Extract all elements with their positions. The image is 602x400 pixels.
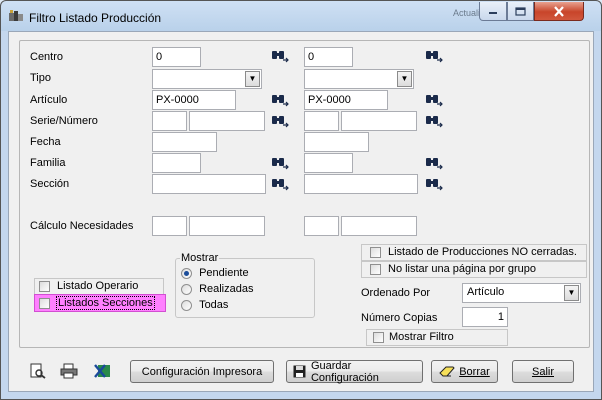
listado-operario-checkbox-row[interactable]: Listado Operario — [34, 278, 164, 295]
excel-export-icon[interactable] — [93, 363, 111, 379]
calculo-from-a-input[interactable] — [152, 216, 187, 236]
copias-input[interactable]: 1 — [462, 307, 508, 327]
no-listar-pagina-label: No listar una página por grupo — [388, 263, 536, 275]
listado-operario-checkbox[interactable] — [39, 281, 50, 292]
binoculars-icon[interactable] — [271, 93, 289, 107]
listados-secciones-checkbox[interactable] — [39, 298, 50, 309]
no-cerradas-checkbox-row[interactable]: Listado de Producciones NO cerradas. — [361, 244, 587, 261]
app-icon — [9, 10, 23, 21]
fecha-to-input[interactable] — [304, 132, 369, 152]
ordenado-select[interactable]: Artículo ▼ — [462, 283, 581, 303]
save-icon — [293, 365, 306, 378]
binoculars-icon[interactable] — [425, 93, 443, 107]
borrar-button[interactable]: Borrar — [431, 360, 498, 383]
minimize-button[interactable] — [479, 2, 507, 21]
borrar-label: Borrar — [459, 365, 490, 378]
radio-todas-button[interactable] — [181, 299, 192, 311]
seccion-from-input[interactable] — [152, 174, 266, 194]
no-listar-pagina-checkbox[interactable] — [370, 264, 381, 275]
fecha-label: Fecha — [30, 136, 61, 148]
tipo-label: Tipo — [30, 72, 51, 84]
binoculars-icon[interactable] — [425, 49, 443, 63]
calculo-from-b-input[interactable] — [189, 216, 265, 236]
mostrar-filtro-checkbox[interactable] — [373, 332, 384, 343]
seccion-to-input[interactable] — [304, 174, 418, 194]
radio-pendiente-button[interactable] — [181, 267, 192, 279]
dialog-window: Filtro Listado Producción Actualizaci...… — [0, 0, 602, 400]
familia-from-input[interactable] — [152, 153, 201, 173]
numero-to-input[interactable] — [341, 111, 417, 131]
copias-label: Número Copias — [361, 312, 438, 324]
ordenado-label: Ordenado Por — [361, 287, 431, 299]
mostrar-filtro-checkbox-row[interactable]: Mostrar Filtro — [366, 329, 508, 346]
ordenado-value: Artículo — [467, 286, 505, 298]
seccion-label: Sección — [30, 178, 70, 190]
maximize-icon — [515, 6, 526, 16]
salir-label: Salir — [531, 365, 554, 378]
calculo-label: Cálculo Necesidades — [30, 220, 134, 232]
binoculars-icon[interactable] — [425, 114, 443, 128]
chevron-down-icon[interactable]: ▼ — [397, 71, 412, 87]
serie-to-input[interactable] — [304, 111, 339, 131]
configuracion-impresora-button[interactable]: Configuración Impresora — [130, 360, 274, 383]
articulo-label: Artículo — [30, 94, 68, 106]
binoculars-icon[interactable] — [425, 177, 443, 191]
listados-secciones-checkbox-row[interactable]: Listados Secciones — [34, 294, 166, 312]
close-button[interactable] — [534, 2, 584, 21]
centro-label: Centro — [30, 51, 64, 63]
tipo-from-select[interactable]: ▼ — [152, 69, 262, 89]
mostrar-label: Mostrar — [180, 252, 220, 264]
serie-label: Serie/Número — [30, 115, 98, 127]
familia-to-input[interactable] — [304, 153, 353, 173]
calculo-to-b-input[interactable] — [341, 216, 417, 236]
radio-todas[interactable]: Todas — [181, 299, 228, 311]
familia-label: Familia — [30, 157, 66, 169]
chevron-down-icon[interactable]: ▼ — [564, 285, 579, 301]
calculo-to-a-input[interactable] — [304, 216, 339, 236]
tipo-to-select[interactable]: ▼ — [304, 69, 414, 89]
print-preview-icon[interactable] — [29, 363, 47, 379]
dialog-body: Centro 0 0 Tipo ▼ ▼ Artículo PX-0000 PX-… — [8, 31, 594, 392]
fecha-from-input[interactable] — [152, 132, 217, 152]
guardar-configuracion-label: Guardar Configuración — [310, 359, 379, 384]
printer-icon[interactable] — [60, 363, 78, 379]
chevron-down-icon[interactable]: ▼ — [245, 71, 260, 87]
mostrar-filtro-label: Mostrar Filtro — [389, 331, 454, 343]
no-cerradas-label: Listado de Producciones NO cerradas. — [388, 246, 577, 258]
centro-to-input[interactable]: 0 — [304, 47, 353, 67]
title-bar[interactable]: Filtro Listado Producción Actualizaci... — [1, 1, 601, 31]
listados-secciones-label: Listados Secciones — [56, 296, 155, 310]
articulo-from-input[interactable]: PX-0000 — [152, 90, 236, 110]
binoculars-icon[interactable] — [271, 177, 289, 191]
radio-pendiente-label: Pendiente — [199, 267, 249, 279]
articulo-to-input[interactable]: PX-0000 — [304, 90, 388, 110]
salir-button[interactable]: Salir — [512, 360, 574, 383]
minimize-icon — [489, 12, 497, 14]
binoculars-icon[interactable] — [425, 156, 443, 170]
radio-pendiente[interactable]: Pendiente — [181, 267, 249, 279]
binoculars-icon[interactable] — [271, 49, 289, 63]
binoculars-icon[interactable] — [271, 114, 289, 128]
radio-realizadas[interactable]: Realizadas — [181, 283, 253, 295]
radio-realizadas-button[interactable] — [181, 283, 192, 295]
serie-from-input[interactable] — [152, 111, 187, 131]
window-title: Filtro Listado Producción — [29, 11, 162, 25]
listado-operario-label: Listado Operario — [57, 280, 139, 292]
radio-realizadas-label: Realizadas — [199, 283, 254, 295]
close-icon — [554, 5, 564, 17]
maximize-button[interactable] — [507, 2, 534, 21]
no-cerradas-checkbox[interactable] — [370, 247, 381, 258]
no-listar-pagina-checkbox-row[interactable]: No listar una página por grupo — [361, 261, 587, 278]
eraser-icon — [439, 366, 455, 377]
guardar-configuracion-button[interactable]: Guardar Configuración — [286, 359, 423, 384]
centro-from-input[interactable]: 0 — [152, 47, 201, 67]
radio-todas-label: Todas — [199, 299, 229, 311]
binoculars-icon[interactable] — [271, 156, 289, 170]
numero-from-input[interactable] — [189, 111, 265, 131]
